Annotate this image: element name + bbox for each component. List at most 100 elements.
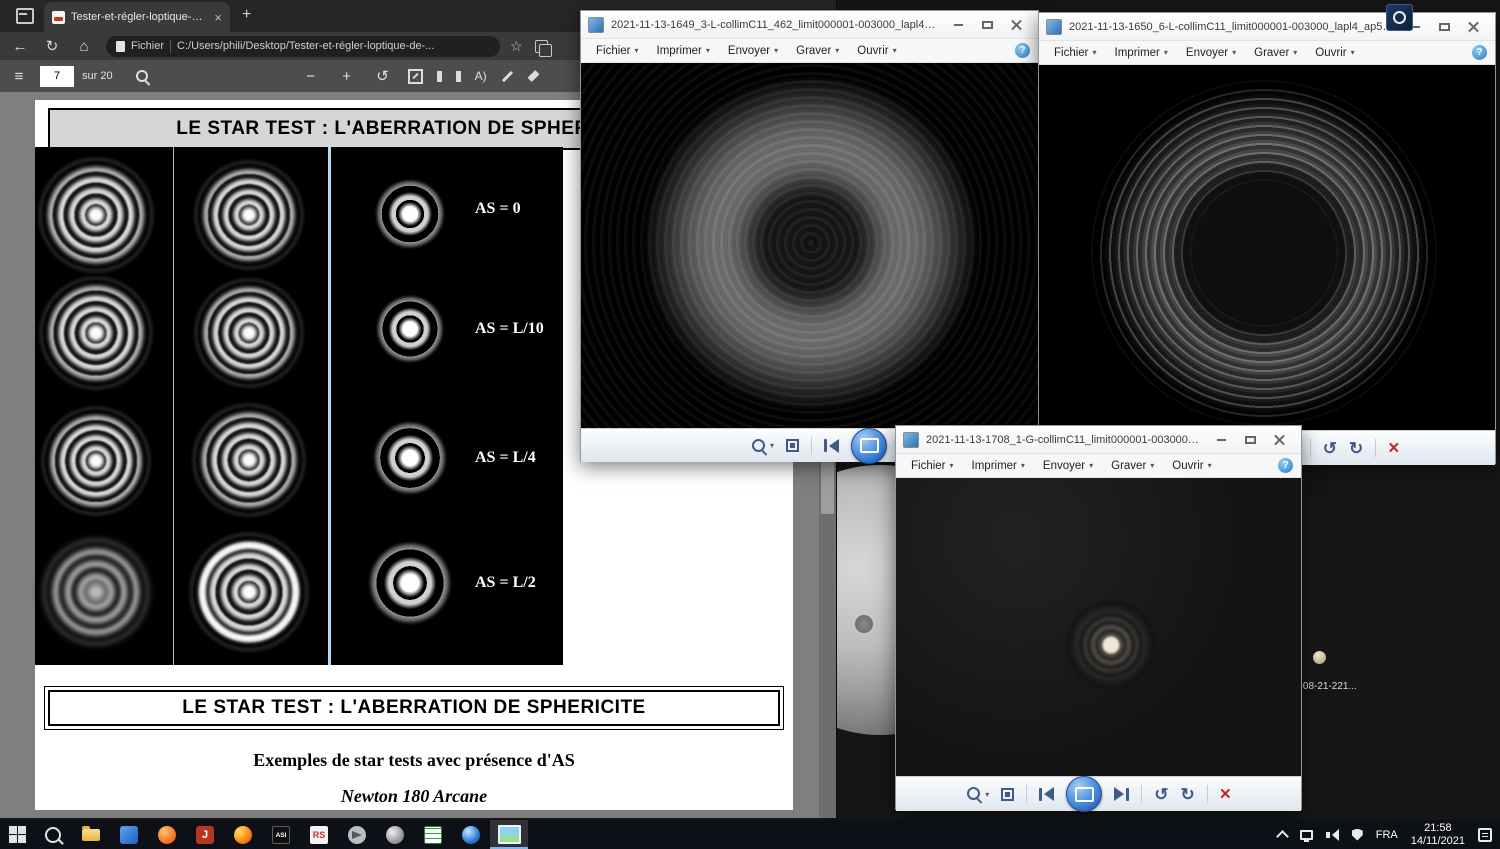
home-icon[interactable]: ⌂ bbox=[72, 38, 96, 55]
desktop-shortcut-icon[interactable] bbox=[1386, 4, 1413, 31]
tray-expand-icon[interactable] bbox=[1275, 829, 1289, 843]
menu-envoyer[interactable]: Envoyer ▾ bbox=[719, 45, 787, 57]
volume-icon[interactable] bbox=[1325, 828, 1339, 841]
menu-fichier[interactable]: Fichier ▾ bbox=[1045, 47, 1106, 59]
address-bar[interactable]: Fichier C:/Users/phili/Desktop/Tester-et… bbox=[106, 35, 500, 57]
taskbar-photo-viewer-active[interactable] bbox=[490, 820, 528, 849]
menu-graver[interactable]: Graver ▾ bbox=[787, 45, 848, 57]
toc-icon[interactable]: ≡ bbox=[8, 68, 30, 85]
close-button[interactable] bbox=[1002, 15, 1031, 34]
maximize-button[interactable] bbox=[973, 15, 1002, 34]
planet-filename-label: 1-08-21-221... bbox=[1294, 681, 1357, 692]
start-button[interactable] bbox=[0, 820, 34, 849]
tab-close-icon[interactable]: × bbox=[214, 11, 222, 24]
action-center-icon[interactable] bbox=[1478, 827, 1492, 842]
taskbar-app-sphere[interactable] bbox=[376, 820, 414, 849]
menu-fichier[interactable]: Fichier ▾ bbox=[587, 45, 648, 57]
title-bar[interactable]: 2021-11-13-1649_3-L-collimC11_462_limit0… bbox=[581, 11, 1038, 39]
menu-ouvrir[interactable]: Ouvrir ▾ bbox=[1306, 47, 1363, 59]
rotate-page-icon[interactable]: ↺ bbox=[372, 67, 394, 85]
read-aloud-icon[interactable]: A) bbox=[475, 69, 487, 83]
rotate-cw-icon[interactable]: ↻ bbox=[1349, 440, 1363, 457]
taskbar-app-blue[interactable] bbox=[110, 820, 148, 849]
rotate-ccw-icon[interactable]: ↺ bbox=[1323, 440, 1337, 457]
actual-size-icon[interactable] bbox=[786, 439, 800, 452]
taskbar-search-button[interactable] bbox=[34, 820, 72, 849]
taskbar-file-explorer[interactable] bbox=[72, 820, 110, 849]
maximize-button[interactable] bbox=[1236, 430, 1265, 449]
title-bar[interactable]: 2021-11-13-1650_6-L-collimC11_limit00000… bbox=[1039, 13, 1495, 41]
draw-icon[interactable] bbox=[501, 70, 513, 82]
menu-label: Imprimer bbox=[1114, 46, 1160, 59]
new-tab-button[interactable]: + bbox=[242, 6, 251, 24]
collections-icon[interactable] bbox=[534, 39, 552, 57]
maximize-button[interactable] bbox=[1430, 17, 1459, 36]
doc-title-bottom: LE STAR TEST : L'ABERRATION DE SPHERICIT… bbox=[48, 690, 780, 726]
slideshow-button[interactable] bbox=[851, 427, 888, 464]
menu-ouvrir[interactable]: Ouvrir ▾ bbox=[1163, 460, 1220, 472]
grid-app-icon bbox=[424, 825, 442, 844]
delete-icon[interactable]: × bbox=[1388, 439, 1399, 458]
star-test-image bbox=[1066, 600, 1156, 690]
taskbar-app-blue-circle[interactable] bbox=[452, 820, 490, 849]
magnifier-icon bbox=[751, 438, 767, 454]
fit-to-page-icon[interactable] bbox=[407, 68, 423, 84]
pdf-search-icon[interactable] bbox=[135, 69, 150, 84]
zoom-control[interactable]: ▾ bbox=[966, 786, 989, 802]
taskbar-app-bird[interactable] bbox=[338, 820, 376, 849]
menu-fichier[interactable]: Fichier ▾ bbox=[902, 460, 963, 472]
magnifier-icon bbox=[966, 786, 982, 802]
taskbar-app-spreadsheet[interactable] bbox=[414, 820, 452, 849]
taskbar-app-orange[interactable] bbox=[148, 820, 186, 849]
page-view-icon[interactable] bbox=[436, 70, 461, 82]
delete-icon[interactable]: × bbox=[1220, 785, 1231, 804]
back-icon[interactable]: ← bbox=[8, 38, 32, 55]
menu-label: Ouvrir bbox=[1172, 459, 1204, 472]
menu-envoyer[interactable]: Envoyer ▾ bbox=[1034, 460, 1102, 472]
menu-graver[interactable]: Graver ▾ bbox=[1102, 460, 1163, 472]
network-icon[interactable] bbox=[1299, 829, 1313, 842]
clock[interactable]: 21:58 14/11/2021 bbox=[1411, 822, 1465, 848]
help-icon[interactable]: ? bbox=[1472, 45, 1487, 60]
help-icon[interactable]: ? bbox=[1278, 458, 1293, 473]
favorites-star-icon[interactable]: ☆ bbox=[510, 38, 523, 55]
pdf-page-input[interactable] bbox=[40, 65, 74, 87]
browser-tab[interactable]: Tester-et-régler-loptique-de-son × bbox=[44, 2, 230, 32]
taskbar-app-j[interactable]: J bbox=[186, 820, 224, 849]
help-icon[interactable]: ? bbox=[1015, 43, 1030, 58]
taskbar-asi-capture[interactable]: ASI bbox=[262, 820, 300, 849]
tab-actions-icon[interactable] bbox=[16, 8, 34, 24]
next-button[interactable] bbox=[1114, 787, 1130, 801]
zoom-out-icon[interactable]: − bbox=[300, 68, 322, 85]
startest-image-panel: AS = 0 AS = L/10 AS = L/4 AS = L/2 bbox=[35, 147, 563, 665]
refresh-icon[interactable]: ↻ bbox=[40, 37, 64, 55]
taskbar-firefox[interactable] bbox=[224, 820, 262, 849]
minimize-button[interactable] bbox=[1207, 430, 1236, 449]
shortcut-glyph-icon bbox=[1393, 11, 1406, 24]
close-button[interactable] bbox=[1265, 430, 1294, 449]
previous-button[interactable] bbox=[824, 438, 840, 453]
zoom-control[interactable]: ▾ bbox=[751, 438, 774, 454]
language-indicator[interactable]: FRA bbox=[1376, 829, 1398, 841]
tray-date: 14/11/2021 bbox=[1410, 834, 1465, 847]
menu-imprimer[interactable]: Imprimer ▾ bbox=[963, 460, 1034, 472]
menu-graver[interactable]: Graver ▾ bbox=[1245, 47, 1306, 59]
actual-size-icon[interactable] bbox=[1001, 787, 1015, 801]
previous-button[interactable] bbox=[1039, 787, 1055, 801]
rotate-ccw-icon[interactable]: ↺ bbox=[1154, 786, 1168, 803]
title-bar[interactable]: 2021-11-13-1708_1-G-collimC11_limit00000… bbox=[896, 426, 1301, 454]
menu-ouvrir[interactable]: Ouvrir ▾ bbox=[848, 45, 905, 57]
menu-imprimer[interactable]: Imprimer ▾ bbox=[1106, 47, 1177, 59]
rotate-cw-icon[interactable]: ↻ bbox=[1180, 786, 1194, 803]
zoom-in-icon[interactable]: + bbox=[336, 68, 358, 85]
highlight-icon[interactable] bbox=[527, 69, 540, 83]
chevron-down-icon: ▾ bbox=[774, 46, 779, 55]
divider bbox=[1309, 439, 1311, 457]
menu-imprimer[interactable]: Imprimer ▾ bbox=[648, 45, 719, 57]
close-button[interactable] bbox=[1459, 17, 1488, 36]
minimize-button[interactable] bbox=[944, 15, 973, 34]
slideshow-button[interactable] bbox=[1066, 776, 1103, 812]
menu-envoyer[interactable]: Envoyer ▾ bbox=[1177, 47, 1245, 59]
security-shield-icon[interactable] bbox=[1351, 828, 1363, 841]
taskbar-registax[interactable]: RS bbox=[300, 820, 338, 849]
